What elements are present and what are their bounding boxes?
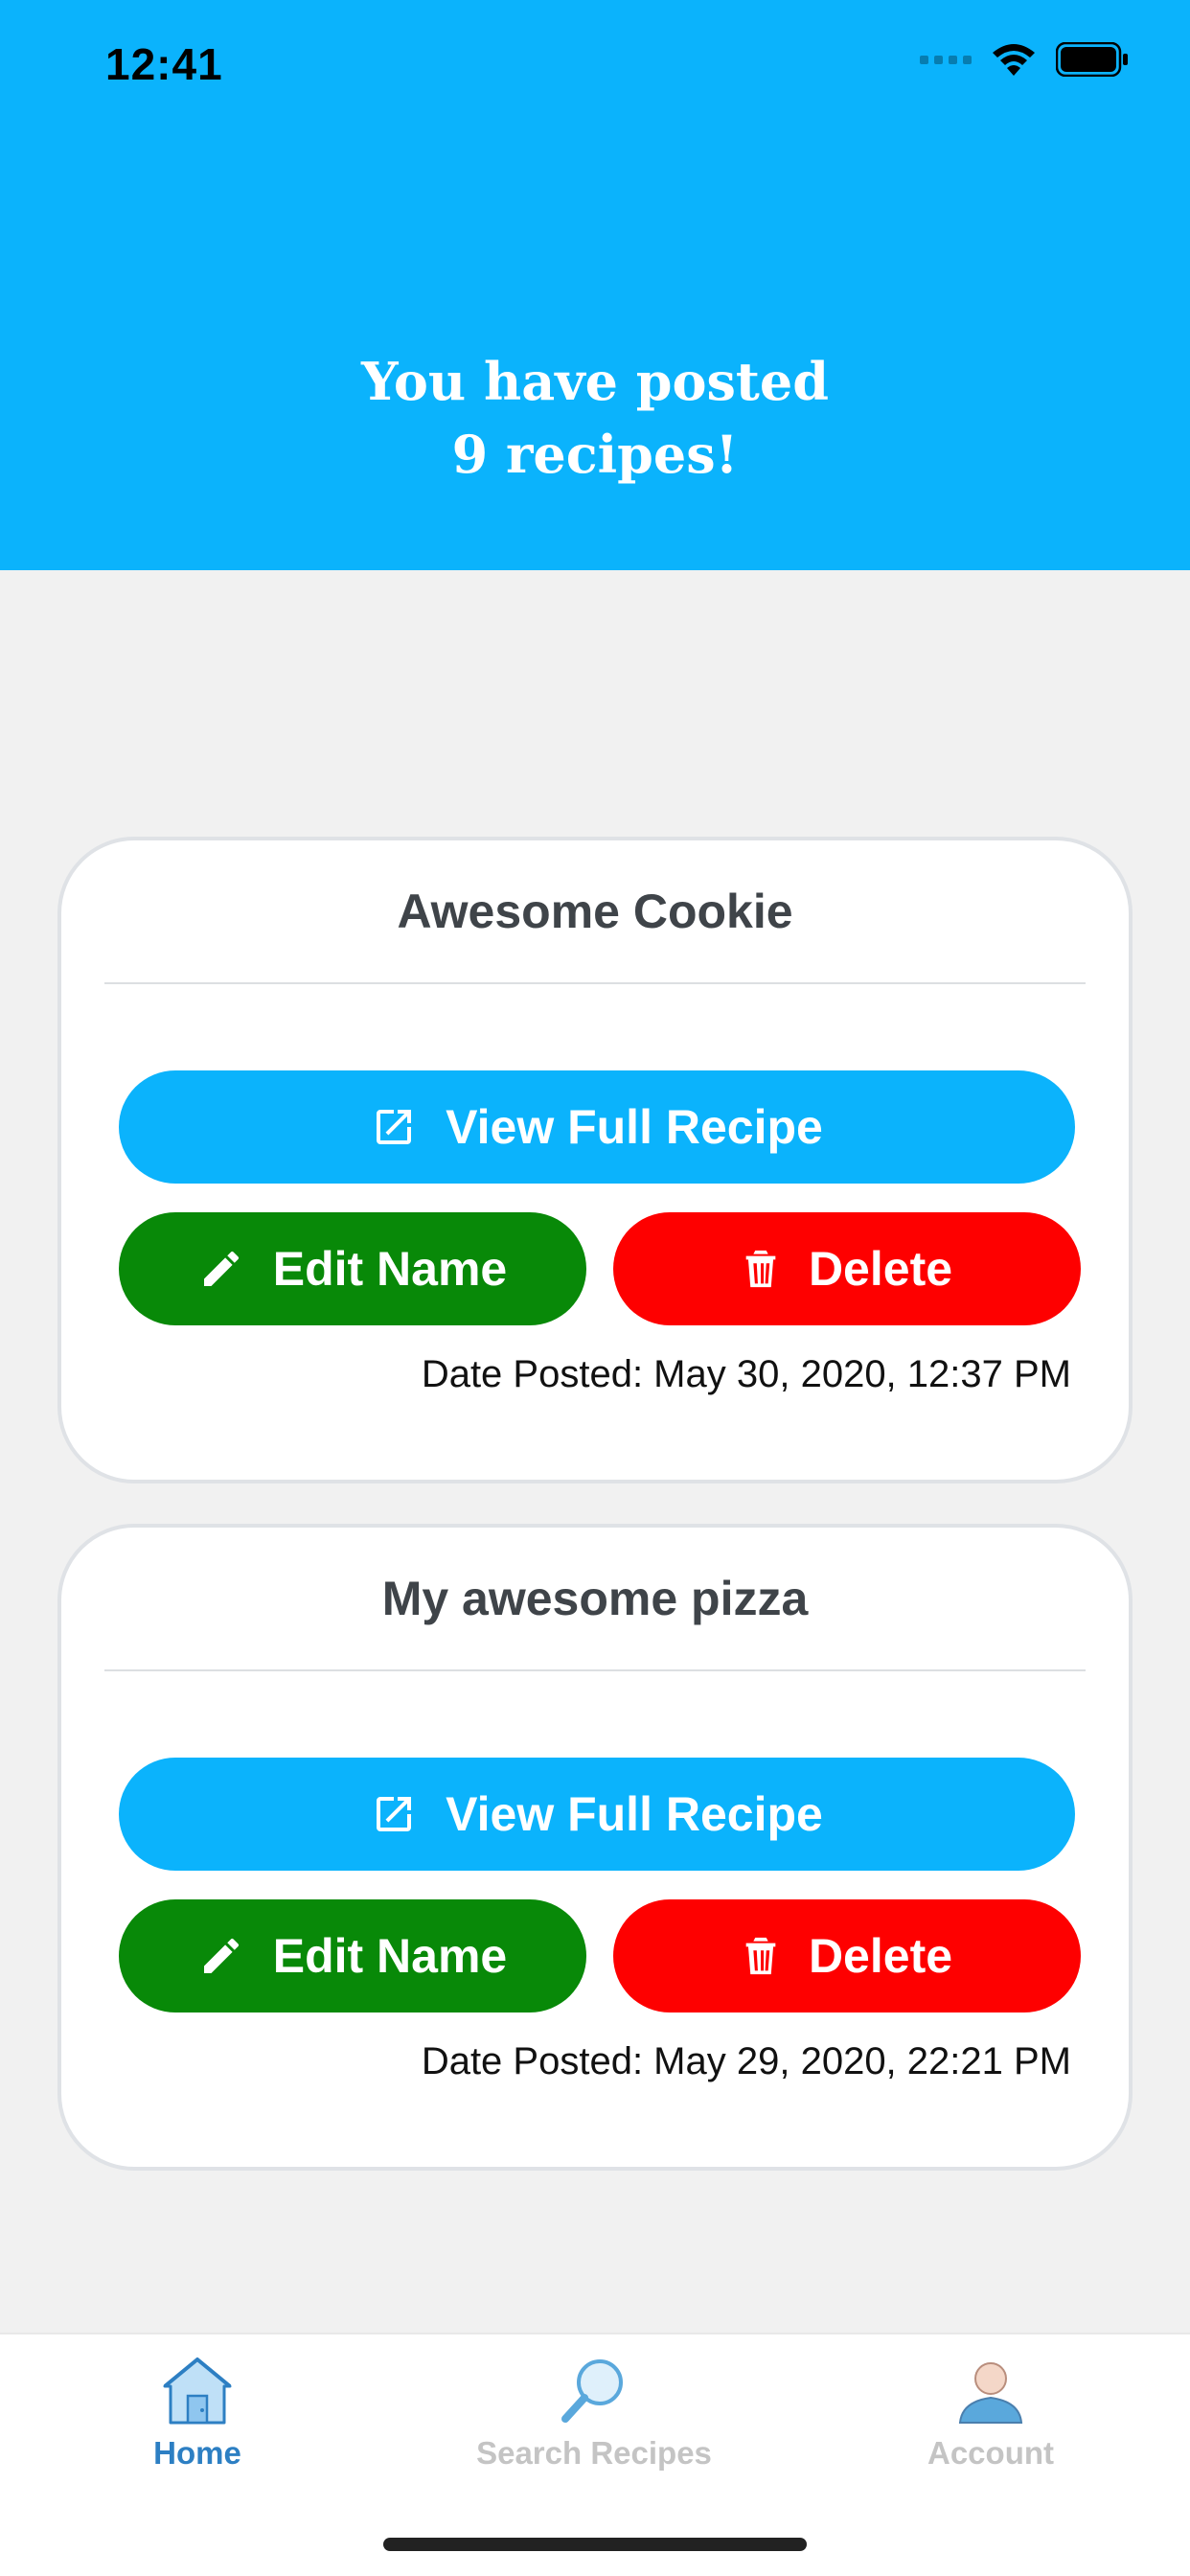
view-full-recipe-label: View Full Recipe	[446, 1787, 823, 1841]
delete-button[interactable]: Delete	[613, 1899, 1081, 2012]
card-divider	[104, 982, 1086, 984]
delete-button[interactable]: Delete	[613, 1212, 1081, 1325]
pencil-icon	[198, 1933, 244, 1979]
magnifier-icon	[558, 2354, 630, 2431]
recipe-card: My awesome pizza View Full Recipe Edit N…	[57, 1524, 1133, 2171]
header-title-line1: You have posted	[361, 351, 829, 412]
edit-name-button[interactable]: Edit Name	[119, 1212, 586, 1325]
battery-icon	[1056, 42, 1129, 77]
edit-name-label: Edit Name	[272, 1929, 508, 1983]
tab-search-recipes[interactable]: Search Recipes	[450, 2354, 738, 2472]
recipe-card: Awesome Cookie View Full Recipe Edit Nam…	[57, 837, 1133, 1484]
user-avatar-icon	[954, 2354, 1027, 2431]
tab-home[interactable]: Home	[54, 2354, 341, 2472]
delete-label: Delete	[808, 1242, 953, 1296]
wifi-icon	[993, 43, 1035, 76]
date-posted: Date Posted: May 29, 2020, 22:21 PM	[421, 2040, 1071, 2082]
status-icons	[920, 42, 1129, 77]
recipes-count-title: You have posted 9 recipes!	[0, 345, 1190, 491]
view-full-recipe-button[interactable]: View Full Recipe	[119, 1758, 1075, 1871]
external-link-icon	[371, 1791, 417, 1837]
edit-name-label: Edit Name	[272, 1242, 508, 1296]
recipe-name: My awesome pizza	[381, 1572, 809, 1625]
tab-search-label: Search Recipes	[476, 2435, 712, 2471]
tab-home-label: Home	[153, 2435, 241, 2471]
view-full-recipe-label: View Full Recipe	[446, 1100, 823, 1154]
home-icon	[161, 2354, 234, 2431]
home-indicator	[383, 2538, 807, 2551]
edit-name-button[interactable]: Edit Name	[119, 1899, 586, 2012]
recipe-name: Awesome Cookie	[397, 885, 793, 938]
trash-icon	[742, 1934, 780, 1978]
tab-account-label: Account	[927, 2435, 1054, 2471]
date-posted: Date Posted: May 30, 2020, 12:37 PM	[421, 1353, 1071, 1395]
cellular-signal-icon	[920, 55, 972, 64]
tab-account[interactable]: Account	[847, 2354, 1134, 2472]
header-title-line2: 9 recipes!	[451, 424, 739, 485]
external-link-icon	[371, 1104, 417, 1150]
header-banner: 12:41 You have posted 9 recipes!	[0, 0, 1190, 570]
status-time: 12:41	[105, 39, 223, 89]
delete-label: Delete	[808, 1929, 953, 1983]
card-divider	[104, 1669, 1086, 1671]
trash-icon	[742, 1247, 780, 1291]
pencil-icon	[198, 1246, 244, 1292]
view-full-recipe-button[interactable]: View Full Recipe	[119, 1070, 1075, 1184]
